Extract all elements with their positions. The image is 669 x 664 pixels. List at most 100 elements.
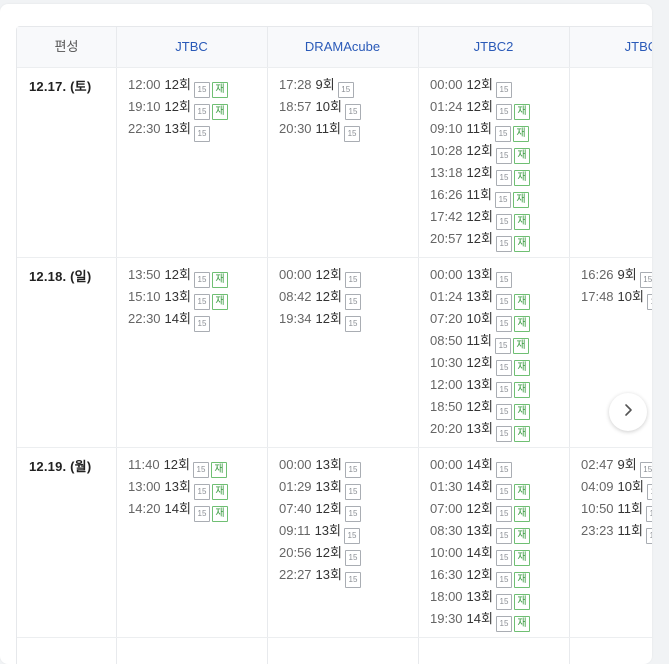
air-time: 10:30 [430,355,463,370]
next-button[interactable] [609,393,647,431]
episode-number: 12회 [466,399,493,414]
episode-number: 12회 [315,545,342,560]
broadcast-item: 00:00 14회 15 [430,454,530,478]
episode-number: 9회 [617,267,637,282]
episode-number: 11회 [617,501,644,516]
broadcast-item: 20:30 11회 15 [279,118,361,142]
episode-number: 14회 [466,479,493,494]
episode-number: 13회 [466,267,493,282]
episode-number: 11회 [617,523,644,538]
episode-number: 11회 [466,121,493,136]
air-time: 01:24 [430,99,463,114]
schedule-card: 편성 JTBCDRAMAcubeJTBC2JTBC4 12.17. (토) 12:00… [0,4,652,664]
broadcast-item: 01:24 12회 15 재 [430,96,530,120]
channel-schedule-list: 16:269회1517:4810회15 [581,264,652,310]
broadcast-item: 10:00 14회 15 재 [430,542,530,566]
channel-schedule-list: 17:28 9회 15 18:57 10회 15 20:30 11회 15 [279,74,361,142]
air-time: 12:00 [430,377,463,392]
broadcast-item: 08:30 13회 15 재 [430,520,530,544]
air-time: 15:10 [128,289,161,304]
broadcast-item: 17:4810회15 [581,286,652,310]
broadcast-item: 09:10 11회 15 재 [430,118,530,142]
air-time: 19:34 [279,311,312,326]
air-time: 13:18 [430,165,463,180]
air-time: 02:47 [581,457,614,472]
age-rating-badge: 15 [193,126,210,142]
episode-number: 14회 [466,611,493,626]
channel-schedule-list: 11:40 12회 15 재 13:00 13회 15 재 14:20 14회 15 재 [128,454,228,522]
channel-schedule-list: 00:00 13회 15 01:29 13회 15 07:40 12회 15 09:11 13회 15… [279,454,361,588]
rerun-badge: 재 [513,426,530,442]
episode-number: 12회 [466,355,493,370]
episode-number: 10회 [315,99,342,114]
age-rating-badge: 15 [495,426,512,442]
air-time: 10:50 [581,501,614,516]
rerun-badge: 재 [211,294,228,310]
episode-number: 12회 [466,501,493,516]
channel-schedule-list: 02:479회15재04:0910회1510:5011회1523:2311회15 [581,454,652,544]
channel-header[interactable]: JTBC2 [418,27,569,67]
air-time: 07:20 [430,311,463,326]
episode-number: 12회 [315,501,342,516]
episode-number: 13회 [466,523,493,538]
broadcast-item: 15:10 13회 15 재 [128,286,228,310]
schedule-table: 편성 JTBCDRAMAcubeJTBC2JTBC4 12.17. (토) 12:00… [16,26,652,664]
episode-number: 12회 [466,77,493,92]
channel-header[interactable]: JTBC [116,27,267,67]
broadcast-item: 01:30 14회 15 재 [430,476,530,500]
air-time: 13:50 [128,267,161,282]
channel-header[interactable]: DRAMAcube [267,27,418,67]
air-time: 07:40 [279,501,312,516]
air-time: 10:28 [430,143,463,158]
rerun-badge: 재 [513,236,530,252]
broadcast-item: 13:50 12회 15 재 [128,264,228,288]
episode-number: 12회 [466,165,493,180]
broadcast-item: 10:5011회15 [581,498,652,522]
air-time: 07:00 [430,501,463,516]
channel-schedule-list: 13:50 12회 15 재 15:10 13회 15 재 22:30 14회 15 [128,264,228,332]
broadcast-item: 10:30 12회 15 재 [430,352,530,376]
episode-number: 13회 [314,523,341,538]
age-rating-badge: 15 [646,528,652,544]
air-time: 00:00 [279,457,312,472]
broadcast-item: 20:56 12회 15 [279,542,361,566]
broadcast-item: 16:26 11회 15 재 [430,184,530,208]
broadcast-item: 12:00 12회 15 재 [128,74,228,98]
episode-number: 13회 [466,289,493,304]
air-time: 08:30 [430,523,463,538]
episode-number: 12회 [466,209,493,224]
air-time: 11:40 [128,457,160,472]
rerun-badge: 재 [513,616,530,632]
broadcast-item: 00:00 13회 15 [430,264,530,288]
schedule-date: 12.18. (일) [29,269,92,284]
broadcast-item: 00:00 13회 15 [279,454,361,478]
age-rating-badge: 15 [344,572,361,588]
schedule-date: 12.19. (월) [29,459,92,474]
air-time: 16:26 [581,267,614,282]
broadcast-item: 04:0910회15 [581,476,652,500]
episode-number: 11회 [315,121,342,136]
episode-number: 12회 [164,77,191,92]
broadcast-item: 18:00 13회 15 재 [430,586,530,610]
broadcast-item: 20:57 12회 15 재 [430,228,530,252]
broadcast-item: 12:00 13회 15 재 [430,374,530,398]
episode-number: 12회 [466,143,493,158]
rerun-badge: 재 [211,104,228,120]
episode-number: 12회 [164,267,191,282]
broadcast-item: 19:30 14회 15 재 [430,608,530,632]
channel-schedule-list: 00:00 12회 15 01:24 12회 15 재 09:10 11회 15 재 10:28 12회… [430,74,530,252]
broadcast-item: 22:30 13회 15 [128,118,228,142]
channel-header[interactable]: JTBC4 [569,27,652,67]
channel-schedule-list: 00:00 12회 15 08:42 12회 15 19:34 12회 15 [279,264,361,332]
channel-schedule-list: 00:00 14회 15 01:30 14회 15 재 07:00 12회 15 재 08:30 13회… [430,454,530,632]
broadcast-item: 14:20 14회 15 재 [128,498,228,522]
air-time: 18:50 [430,399,463,414]
air-time: 13:00 [128,479,161,494]
air-time: 17:48 [581,289,614,304]
air-time: 16:30 [430,567,463,582]
air-time: 16:26 [430,187,463,202]
broadcast-item: 19:10 12회 15 재 [128,96,228,120]
episode-number: 13회 [466,589,493,604]
broadcast-item: 17:42 12회 15 재 [430,206,530,230]
air-time: 12:00 [128,77,161,92]
